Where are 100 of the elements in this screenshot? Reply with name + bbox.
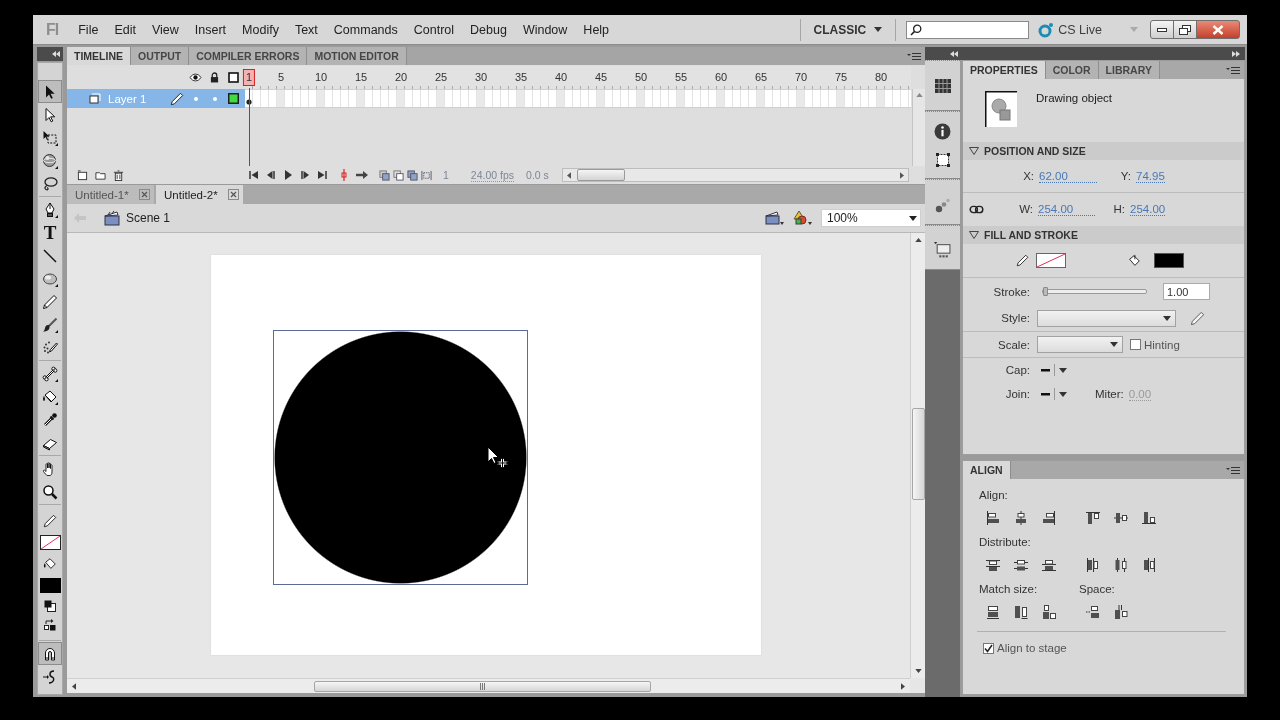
two-squares-icon[interactable] [44, 600, 56, 612]
no-color-swatch-icon[interactable] [39, 535, 61, 550]
vertical-scrollbar[interactable] [912, 89, 925, 166]
frame-number[interactable]: 1 [242, 69, 256, 86]
frame-number[interactable]: 75 [833, 70, 849, 85]
checkbox[interactable] [983, 642, 994, 654]
panel-tab[interactable]: OUTPUT [131, 47, 190, 65]
marker-line-icon[interactable] [340, 169, 348, 181]
scrollbar-thumb[interactable] [911, 408, 925, 500]
join-dropdown[interactable] [1041, 388, 1067, 400]
frame-number[interactable]: 20 [393, 70, 409, 85]
double-chevron-right-icon[interactable] [1232, 50, 1240, 57]
panel-menu-icon[interactable] [1226, 65, 1240, 75]
match-both-icon[interactable] [1041, 604, 1057, 620]
swatch-grid-icon[interactable] [934, 79, 951, 93]
panel-tab[interactable]: COMPILER ERRORS [189, 47, 308, 65]
eye-icon[interactable] [189, 73, 202, 82]
menu-item[interactable]: Help [575, 19, 618, 40]
zoom-dropdown[interactable]: 100% [821, 209, 921, 227]
no-color-swatch-icon[interactable] [1036, 253, 1066, 268]
space-horizontal-icon[interactable] [1113, 604, 1129, 620]
frame-number[interactable]: 10 [313, 70, 329, 85]
frame-number[interactable]: 45 [593, 70, 609, 85]
scroll-right-icon[interactable] [900, 171, 904, 179]
folder-grid-icon[interactable] [934, 242, 951, 259]
search-field[interactable] [906, 20, 1030, 39]
bubbles-icon[interactable] [934, 197, 951, 213]
frame-number[interactable]: 30 [473, 70, 489, 85]
document-tab[interactable]: Untitled-1* [67, 185, 154, 204]
align-vcenter-icon[interactable] [1113, 510, 1129, 526]
color-swatch[interactable] [39, 578, 61, 593]
folder-icon[interactable] [95, 169, 106, 181]
frame-number[interactable]: 40 [553, 70, 569, 85]
frame-number[interactable]: 70 [793, 70, 809, 85]
page-icon[interactable] [77, 169, 88, 181]
skip-to-end-icon[interactable] [316, 170, 327, 180]
panel-tab[interactable]: MOTION EDITOR [307, 47, 407, 65]
minimize-button[interactable] [1150, 20, 1174, 39]
restore-button[interactable] [1173, 20, 1197, 39]
distribute-hcenter-icon[interactable] [1113, 557, 1129, 573]
document-tab[interactable]: Untitled-2* [156, 185, 243, 204]
frame-number[interactable]: 50 [633, 70, 649, 85]
menu-item[interactable]: Control [405, 19, 463, 40]
section-header[interactable]: POSITION AND SIZE [963, 142, 1244, 160]
color-square-icon[interactable] [228, 93, 239, 104]
panel-tab[interactable]: PROPERTIES [963, 61, 1046, 79]
scrollbar-thumb[interactable] [576, 169, 625, 181]
swap-icon[interactable] [44, 619, 56, 631]
menu-item[interactable]: Edit [106, 19, 144, 40]
menu-item[interactable]: Window [514, 19, 576, 40]
double-chevron-left-icon[interactable] [950, 50, 958, 57]
menu-item[interactable]: File [70, 19, 107, 40]
vertical-scrollbar[interactable] [910, 233, 925, 678]
distribute-top-icon[interactable] [985, 557, 1001, 573]
scrollbar-thumb[interactable] [314, 680, 651, 692]
match-height-icon[interactable] [1013, 604, 1029, 620]
selection-tool[interactable] [38, 80, 62, 103]
close-icon[interactable] [228, 189, 239, 200]
text-tool[interactable]: T [38, 221, 62, 244]
step-back-icon[interactable] [265, 170, 276, 180]
match-width-icon[interactable] [985, 604, 1001, 620]
dot-icon[interactable] [193, 96, 198, 101]
filled-squares-icon[interactable] [406, 169, 418, 181]
section-header[interactable]: FILL AND STROKE [963, 226, 1244, 244]
scroll-left-icon[interactable] [566, 171, 571, 179]
panel-tab[interactable]: COLOR [1045, 61, 1099, 79]
frame-number[interactable]: 15 [353, 70, 369, 85]
cap-dropdown[interactable] [1041, 364, 1067, 376]
frame-number[interactable]: 60 [713, 70, 729, 85]
cs-live-menu[interactable]: CS Live [1058, 22, 1102, 37]
dot-icon[interactable] [212, 96, 217, 101]
align-left-icon[interactable] [985, 510, 1001, 526]
arrow-right-icon[interactable] [355, 170, 369, 180]
workspace-switcher[interactable]: CLASSIC [800, 22, 896, 37]
outline-squares-icon[interactable] [392, 169, 404, 181]
panel-tab[interactable]: LIBRARY [1098, 61, 1160, 79]
stroke-input[interactable]: 1.00 [1163, 283, 1210, 300]
menu-item[interactable]: View [143, 19, 187, 40]
slider-thumb[interactable] [1043, 287, 1049, 296]
menu-item[interactable]: Commands [325, 19, 406, 40]
stacked-squares-icon[interactable] [378, 169, 390, 181]
menu-item[interactable]: Text [286, 19, 326, 40]
distribute-vcenter-icon[interactable] [1013, 557, 1029, 573]
align-right-icon[interactable] [1041, 510, 1057, 526]
lock-icon[interactable] [210, 72, 219, 83]
panel-tab[interactable]: ALIGN [963, 461, 1011, 479]
distribute-left-icon[interactable] [1085, 557, 1101, 573]
skip-to-start-icon[interactable] [248, 170, 259, 180]
frame-number[interactable]: 25 [433, 70, 449, 85]
horizontal-scrollbar[interactable] [561, 168, 909, 182]
menu-item[interactable]: Insert [186, 19, 235, 40]
dashed-square-handles-icon[interactable] [934, 152, 951, 168]
outline-square-icon[interactable] [228, 72, 239, 83]
frame-number[interactable]: 65 [753, 70, 769, 85]
space-vertical-icon[interactable] [1085, 604, 1101, 620]
info-icon[interactable] [934, 123, 951, 140]
panel-menu-icon[interactable] [1226, 465, 1240, 475]
menu-item[interactable]: Debug [462, 19, 515, 40]
close-icon[interactable] [139, 189, 150, 200]
shapes-menu-icon[interactable] [793, 210, 813, 226]
